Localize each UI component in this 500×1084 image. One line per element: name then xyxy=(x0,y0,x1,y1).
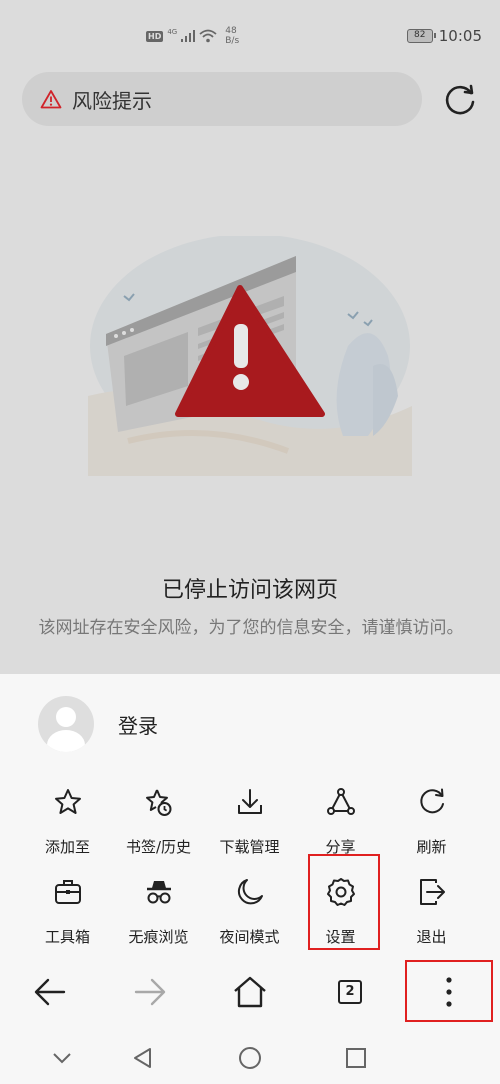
triangle-back-icon xyxy=(134,1048,151,1068)
highlight-settings xyxy=(308,854,380,950)
menu-item-label: 工具箱 xyxy=(44,928,90,946)
download-icon xyxy=(237,789,262,814)
menu-item-label: 下载管理 xyxy=(219,838,280,856)
status-bar: HD 4G 48 B/s 82 10:05 xyxy=(0,0,500,60)
menu-item-bookmarks-history[interactable]: 书签/历史 xyxy=(113,782,204,872)
menu-item-refresh[interactable]: 刷新 xyxy=(386,782,477,872)
menu-item-add-to[interactable]: 添加至 xyxy=(22,782,113,872)
back-button[interactable] xyxy=(20,962,80,1022)
more-vertical-icon xyxy=(446,977,452,1007)
system-navigation-bar xyxy=(0,1034,500,1084)
menu-row-1: 添加至 书签/历史 下载管理 分享 刷新 xyxy=(22,782,477,872)
circle-home-icon xyxy=(239,1047,261,1069)
menu-item-night-mode[interactable]: 夜间模式 xyxy=(204,872,295,962)
home-icon xyxy=(234,976,266,1008)
speed-unit: B/s xyxy=(225,36,240,46)
menu-item-exit[interactable]: 退出 xyxy=(386,872,477,962)
status-indicators: HD 4G 48 B/s xyxy=(146,26,239,46)
tabs-button[interactable]: 2 xyxy=(320,962,380,1022)
moon-icon xyxy=(237,879,263,905)
network-speed: 48 B/s xyxy=(225,26,239,46)
system-back-button[interactable] xyxy=(126,1042,158,1074)
incognito-icon xyxy=(146,881,171,904)
menu-item-label: 无痕浏览 xyxy=(128,928,189,946)
menu-item-label: 添加至 xyxy=(44,838,90,856)
warning-icon xyxy=(40,90,62,109)
bookmark-history-icon xyxy=(145,789,171,816)
login-label[interactable]: 登录 xyxy=(118,710,158,739)
forward-button[interactable] xyxy=(120,962,180,1022)
square-recents-icon xyxy=(346,1048,366,1068)
system-recents-button[interactable] xyxy=(340,1042,372,1074)
refresh-icon xyxy=(419,788,444,814)
avatar[interactable] xyxy=(38,696,94,752)
home-button[interactable] xyxy=(220,962,280,1022)
login-row[interactable]: 登录 xyxy=(38,696,158,752)
arrow-right-icon xyxy=(134,978,166,1006)
tab-count: 2 xyxy=(338,980,362,1004)
speed-value: 48 xyxy=(225,26,237,36)
menu-item-label: 书签/历史 xyxy=(125,838,192,856)
browser-bottom-nav: 2 xyxy=(0,962,500,1022)
hd-badge: HD xyxy=(146,30,164,42)
network-type: 4G xyxy=(167,28,178,36)
arrow-left-icon xyxy=(34,978,66,1006)
toolbox-icon xyxy=(54,880,81,904)
collapse-button[interactable] xyxy=(46,1042,78,1074)
menu-item-label: 刷新 xyxy=(416,838,447,856)
clock: 10:05 xyxy=(438,27,482,45)
battery-level: 82 xyxy=(414,30,426,40)
menu-item-downloads[interactable]: 下载管理 xyxy=(204,782,295,872)
wifi-icon xyxy=(199,29,217,43)
page-description: 该网址存在安全风险，为了您的信息安全，请谨慎访问。 xyxy=(38,618,464,638)
refresh-icon[interactable] xyxy=(441,81,479,119)
status-right: 82 10:05 xyxy=(406,27,482,45)
menu-row-2: 工具箱 无痕浏览 夜间模式 设置 退出 xyxy=(22,872,477,962)
system-home-button[interactable] xyxy=(234,1042,266,1074)
risk-label: 风险提示 xyxy=(72,88,152,113)
menu-item-toolbox[interactable]: 工具箱 xyxy=(22,872,113,962)
menu-item-label: 退出 xyxy=(416,928,447,946)
page-title: 已停止访问该网页 xyxy=(161,578,338,603)
chevron-down-icon xyxy=(53,1053,71,1064)
menu-item-incognito[interactable]: 无痕浏览 xyxy=(113,872,204,962)
battery-icon: 82 xyxy=(406,29,436,43)
menu-item-label: 夜间模式 xyxy=(219,928,280,946)
browser-menu-sheet: 登录 添加至 书签/历史 下载管理 分享 刷新 工具箱 无痕浏览 夜间模式 设置… xyxy=(0,674,500,1084)
more-menu-button[interactable] xyxy=(419,962,479,1022)
address-bar[interactable]: 风险提示 xyxy=(22,72,422,126)
star-icon xyxy=(54,789,81,814)
warning-illustration xyxy=(88,236,412,476)
share-icon xyxy=(326,788,355,815)
exit-icon xyxy=(419,879,445,905)
signal-icon xyxy=(181,30,196,42)
menu-grid: 添加至 书签/历史 下载管理 分享 刷新 工具箱 无痕浏览 夜间模式 设置 退出 xyxy=(22,782,477,962)
